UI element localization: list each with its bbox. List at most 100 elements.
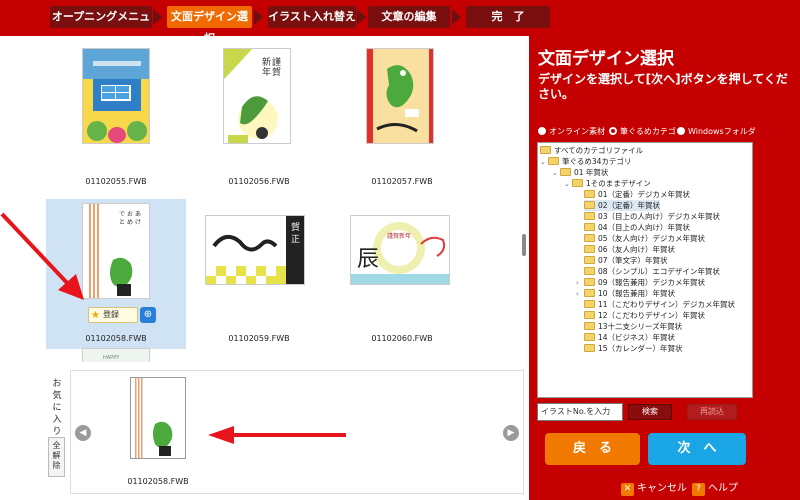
design-card[interactable]: 辰 謹賀新年 01102060.FWB (332, 199, 472, 349)
folder-icon (572, 179, 583, 187)
design-gallery[interactable]: 01102055.FWB 謹賀新年 01102056.FWB 01102057.… (46, 36, 519, 362)
design-thumbnail[interactable]: あけおめでと (82, 203, 150, 299)
tree-item[interactable]: 11（こだわりデザイン）デジカメ年賀状 (584, 299, 735, 310)
step-opening-menu: オープニングメニュー (50, 6, 152, 45)
card-title-text: 謹賀新年 (262, 56, 281, 78)
illustration-number-input[interactable]: イラストNo.を入力 (537, 403, 623, 421)
step-arrow-icon (153, 9, 162, 25)
design-filename: 01102055.FWB (85, 177, 147, 186)
design-thumbnail[interactable] (82, 48, 150, 144)
folder-icon (584, 234, 595, 242)
favorite-filename: 01102058.FWB (127, 477, 189, 486)
register-favorite-button[interactable]: ★ 登録 (88, 307, 138, 323)
next-button[interactable]: 次 へ (648, 433, 746, 465)
design-thumbnail[interactable]: 謹賀新年 (223, 48, 291, 144)
chevron-down-icon[interactable]: ⌄ (540, 157, 548, 168)
clear-all-button[interactable]: 全解除 (48, 437, 65, 477)
step-arrow-icon (254, 9, 263, 25)
source-windows[interactable]: Windowsフォルダ (677, 126, 756, 137)
search-button[interactable]: 検索 (628, 404, 672, 420)
folder-icon (584, 344, 595, 352)
tree-item[interactable]: 14（ビジネス）年賀状 (584, 332, 675, 343)
chevron-right-icon[interactable]: › (576, 289, 584, 300)
cancel-button[interactable]: ✕ キャンセル (621, 479, 687, 496)
gallery-scrollbar[interactable] (519, 36, 529, 362)
prev-arrow-icon[interactable]: ◀ (75, 425, 91, 441)
tree-item[interactable]: ⌄ 1そのままデザイン (564, 178, 651, 189)
source-label: 筆ぐるめカテゴリ (620, 127, 684, 136)
help-button[interactable]: ? ヘルプ (692, 479, 738, 496)
zoom-icon[interactable]: ⊕ (140, 307, 156, 323)
category-tree[interactable]: すべてのカテゴリファイル ⌄ 筆ぐるめ34カテゴリ ⌄ 01 年賀状 ⌄ 1そのままデ… (537, 142, 753, 398)
tree-item[interactable]: ⌄ 01 年賀状 (552, 167, 608, 178)
radio-icon[interactable] (609, 127, 617, 135)
folder-icon (584, 245, 595, 253)
design-card[interactable]: 01102057.FWB (332, 42, 472, 192)
folder-icon (584, 322, 595, 330)
tree-item[interactable]: ⌄ 筆ぐるめ34カテゴリ (540, 156, 631, 167)
help-icon: ? (692, 483, 705, 496)
step-design-select: 文面デザイン選択 (167, 6, 252, 45)
favorites-label: お気に入り (52, 379, 62, 437)
design-thumbnail[interactable] (366, 48, 434, 144)
pointer-arrow-icon (208, 426, 346, 444)
star-icon: ★ (91, 310, 100, 321)
design-card[interactable]: HAPPY (46, 348, 186, 362)
tree-item[interactable]: 01（定番）デジカメ年賀状 (584, 189, 690, 200)
design-card[interactable]: 賀正 01102059.FWB (189, 199, 329, 349)
scrollbar-thumb[interactable] (522, 234, 526, 256)
tree-item-selected[interactable]: 02（定番）年賀状 (584, 200, 661, 211)
tree-item[interactable]: 13十二支シリーズ年賀状 (584, 321, 682, 332)
card-title-text: 謹賀新年 (387, 232, 411, 240)
source-label: Windowsフォルダ (688, 127, 756, 136)
folder-icon (584, 278, 595, 286)
step-illustration-replace: イラスト入れ替え (268, 6, 356, 28)
next-arrow-icon[interactable]: ▶ (503, 425, 519, 441)
source-online[interactable]: オンライン素材 (538, 126, 605, 137)
folder-icon (584, 289, 595, 297)
folder-icon (584, 311, 595, 319)
tree-item[interactable]: 03（目上の人向け）デジカメ年賀状 (584, 211, 720, 222)
favorite-thumbnail[interactable] (130, 377, 186, 459)
register-label: 登録 (103, 310, 119, 319)
radio-icon[interactable] (538, 127, 546, 135)
design-card[interactable]: 01102055.FWB (46, 42, 186, 192)
radio-icon[interactable] (677, 127, 685, 135)
step-arrow-icon (357, 9, 366, 25)
tree-item[interactable]: 07（筆文字）年賀状 (584, 255, 668, 266)
folder-icon (584, 267, 595, 275)
tree-item[interactable]: 04（目上の人向け）年賀状 (584, 222, 690, 233)
design-thumbnail[interactable]: 賀正 (205, 215, 305, 285)
tree-item[interactable]: › 10（報告兼用）年賀状 (576, 288, 675, 299)
chevron-down-icon[interactable]: ⌄ (552, 168, 560, 179)
design-thumbnail[interactable]: 辰 謹賀新年 (350, 215, 450, 285)
folder-icon (548, 157, 559, 165)
folder-icon (540, 146, 551, 154)
step-finish: 完 了 (466, 6, 550, 28)
chevron-down-icon[interactable]: ⌄ (564, 179, 572, 190)
design-card[interactable]: 謹賀新年 01102056.FWB (189, 42, 329, 192)
design-filename: 01102056.FWB (228, 177, 290, 186)
tree-item[interactable]: 15（カレンダー）年賀状 (584, 343, 683, 354)
tree-item[interactable]: 05（友人向け）デジカメ年賀状 (584, 233, 705, 244)
pointer-arrow-icon (0, 212, 84, 300)
tree-item[interactable]: 12（こだわりデザイン）年賀状 (584, 310, 705, 321)
reload-button[interactable]: 再読込 (687, 404, 737, 420)
source-fudegurume[interactable]: 筆ぐるめカテゴリ (609, 126, 684, 137)
cancel-label: キャンセル (637, 483, 687, 494)
folder-icon (584, 300, 595, 308)
back-button[interactable]: 戻 る (545, 433, 640, 465)
card-kanji-text: 辰 (357, 247, 379, 272)
folder-icon (560, 168, 571, 176)
tree-item[interactable]: すべてのカテゴリファイル (540, 145, 643, 156)
design-filename: 01102057.FWB (371, 177, 433, 186)
design-filename: 01102058.FWB (85, 334, 147, 343)
tree-item[interactable]: › 09（報告兼用）デジカメ年賀状 (576, 277, 705, 288)
design-filename: 01102060.FWB (371, 334, 433, 343)
tree-item[interactable]: 08（シンプル）エコデザイン年賀状 (584, 266, 720, 277)
folder-icon (584, 333, 595, 341)
step-arrow-icon (452, 9, 461, 25)
close-icon: ✕ (621, 483, 634, 496)
design-thumbnail[interactable]: HAPPY (82, 348, 150, 362)
tree-item[interactable]: 06（友人向け）年賀状 (584, 244, 675, 255)
